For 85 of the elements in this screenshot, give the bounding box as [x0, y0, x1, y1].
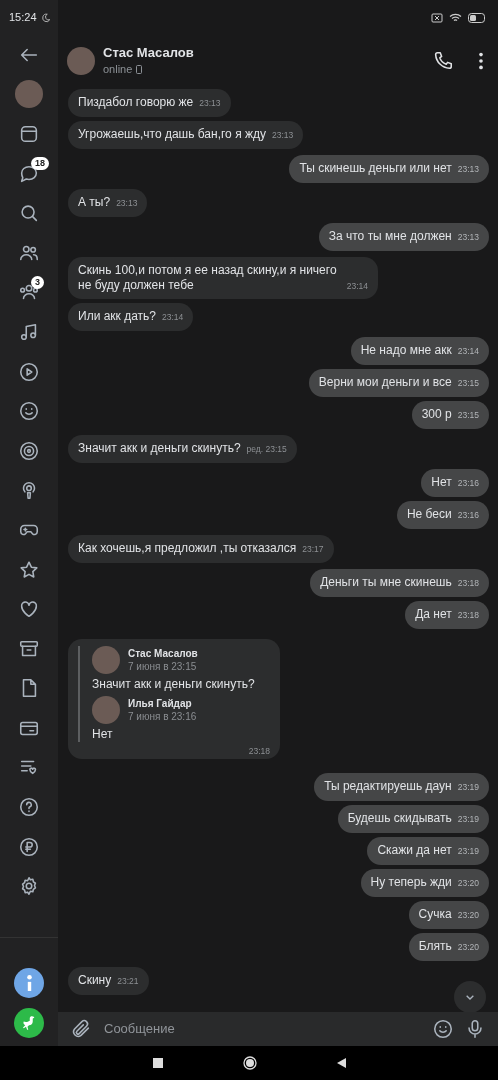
- online-status: online: [103, 61, 133, 77]
- smile-icon[interactable]: [18, 400, 40, 423]
- forwarded-text: Значит акк и деньги скинуть?: [92, 677, 256, 692]
- message-text: Скажи да нет: [377, 843, 452, 857]
- message-time: 23:19: [457, 846, 479, 856]
- contact-avatar[interactable]: [67, 47, 95, 75]
- message-time: 23:18: [457, 578, 479, 588]
- info-button[interactable]: [14, 968, 44, 998]
- message-text: Пиздабол говорю же: [78, 95, 194, 109]
- ruble-icon[interactable]: [18, 835, 40, 858]
- message-text: Деньги ты мне скинешь: [320, 575, 452, 589]
- message-text: Скинь 100,и потом я ее назад скину,и я ничего не буду должен тебе: [78, 263, 338, 293]
- message-time: 23:16: [457, 510, 479, 520]
- message-text: За что ты мне должен: [328, 229, 452, 243]
- message-time: 23:21: [117, 976, 139, 986]
- message-text: Ты скинешь деньги или нет: [299, 161, 452, 175]
- message-text: Ну теперь жди: [370, 875, 452, 889]
- message-text: Нет: [431, 475, 452, 489]
- message-time: 23:13: [116, 198, 138, 208]
- message-time: 23:14: [162, 312, 184, 322]
- home-icon[interactable]: [242, 1056, 257, 1070]
- message-time: 23:14: [346, 280, 368, 293]
- message-text: Угрожаешь,что дашь бан,го я жду: [78, 127, 266, 141]
- message-text: Блять: [418, 939, 452, 953]
- contact-name[interactable]: Стас Масалов: [103, 44, 424, 61]
- message-text: Не беси: [406, 507, 452, 521]
- emoji-icon[interactable]: [432, 1018, 454, 1040]
- question-icon[interactable]: [18, 796, 40, 819]
- play-icon[interactable]: [18, 360, 40, 383]
- message-date: 7 июня в 23:15: [128, 660, 198, 673]
- message-text: Не надо мне акк: [360, 343, 452, 357]
- bird-app-button[interactable]: [14, 1008, 44, 1038]
- screen-icon: [431, 12, 443, 23]
- recents-icon[interactable]: [152, 1058, 163, 1068]
- message-time: 23:13: [199, 98, 221, 108]
- message-text: Скину: [78, 973, 112, 987]
- message-date: 7 июня в 23:16: [128, 710, 197, 723]
- message-text: Сучка: [418, 907, 452, 921]
- message-time: 23:20: [457, 942, 479, 952]
- message-time: 23:19: [457, 782, 479, 792]
- message-text: Да нет: [415, 607, 452, 621]
- message-time: 23:13: [272, 130, 294, 140]
- message-text: Как хочешь,я предложил ,ты отказался: [78, 541, 297, 555]
- forwarded-text: Нет: [92, 727, 114, 742]
- message-time: 23:18: [248, 746, 270, 756]
- profile-avatar[interactable]: [15, 80, 43, 109]
- info-icon: [26, 975, 32, 991]
- message-time: 23:20: [457, 910, 479, 920]
- message-text: Верни мои деньги и все: [318, 375, 452, 389]
- message-text: Значит акк и деньги скинуть?: [78, 441, 241, 455]
- message-time: 23:16: [457, 478, 479, 488]
- message-time: 23:19: [457, 814, 479, 824]
- sender-avatar: [92, 646, 120, 674]
- window-icon[interactable]: [18, 123, 40, 145]
- message-text: Будешь скидывать: [347, 811, 452, 825]
- clock-time: 15:24: [9, 10, 37, 26]
- message-time: 23:15: [457, 410, 479, 420]
- sender-name: Стас Масалов: [128, 647, 198, 660]
- message-text: Или акк дать?: [78, 309, 156, 323]
- message-time: 23:14: [457, 346, 479, 356]
- counter-badge: 3: [31, 275, 44, 289]
- message-time: 23:13: [457, 164, 479, 174]
- attach-icon[interactable]: [70, 1018, 92, 1040]
- sender-avatar: [92, 696, 120, 724]
- sender-name: Илья Гайдар: [128, 697, 193, 710]
- counter-badge: 18: [31, 156, 49, 170]
- phone-call-icon[interactable]: [432, 50, 454, 72]
- message-time: 23:18: [457, 610, 479, 620]
- message-time: 23:13: [457, 232, 479, 242]
- message-time: 23:17: [302, 544, 324, 554]
- mobile-icon: [136, 64, 143, 74]
- more-icon[interactable]: [478, 50, 484, 72]
- message-time: ред. 23:15: [246, 444, 287, 454]
- message-time: 23:20: [457, 878, 479, 888]
- message-field[interactable]: Сообщение: [58, 1012, 498, 1046]
- message-text: 300 р: [421, 407, 452, 421]
- target-icon[interactable]: [18, 439, 40, 462]
- battery-icon: [468, 12, 486, 23]
- message-time: 23:15: [457, 378, 479, 388]
- message-input[interactable]: Сообщение: [102, 1018, 422, 1040]
- wifi-icon: [449, 12, 462, 23]
- message-text: А ты?: [78, 195, 111, 209]
- message-text: Ты редактируешь даун: [324, 779, 452, 793]
- back-icon[interactable]: [336, 1058, 346, 1068]
- moon-icon: [40, 12, 51, 23]
